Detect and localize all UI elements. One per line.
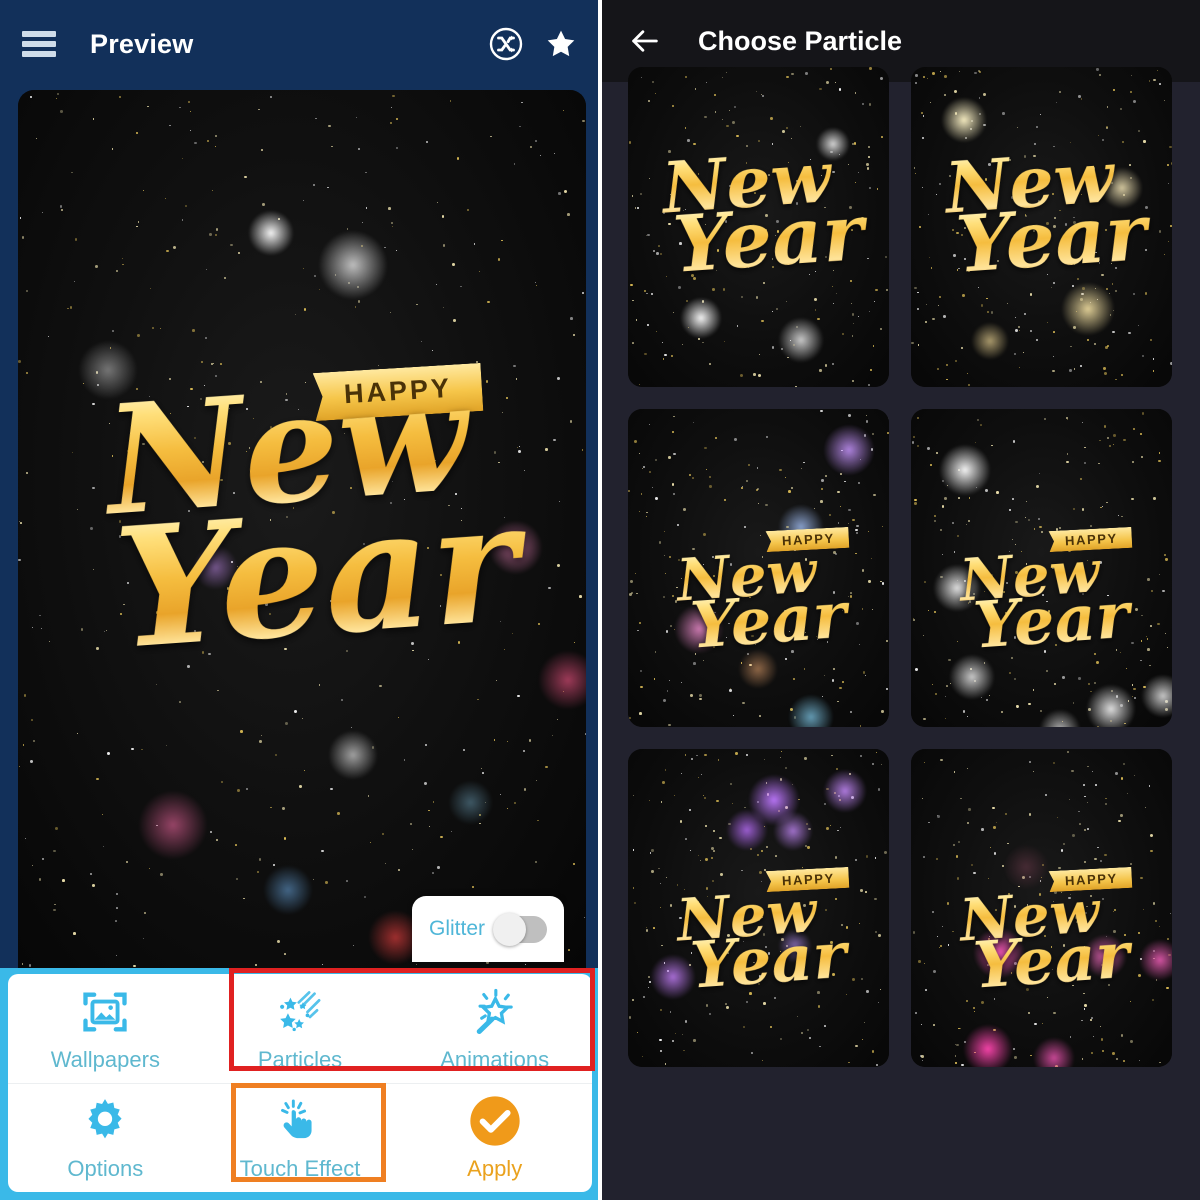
options-button[interactable]: Options [8,1084,203,1193]
back-arrow-icon[interactable] [628,24,662,58]
preview-panel: Preview HAPPY Glitter Wallpapers Particl… [0,0,600,1200]
particle-tile[interactable]: HAPPY New Year [628,409,889,727]
preview-header: Preview [0,0,600,88]
particle-field [18,90,586,972]
check-circle-icon [466,1093,524,1149]
bottom-toolbar: Wallpapers Particles Animations Options … [8,974,592,1192]
tile-lettering: HAPPY New Year [628,549,889,664]
page-title: Preview [90,28,194,59]
magic-wand-icon [468,984,522,1040]
toolbar-row-2: Options Touch Effect Apply [8,1084,592,1193]
glitter-toggle-chip[interactable]: Glitter [412,896,564,962]
wallpapers-button[interactable]: Wallpapers [8,974,203,1083]
header-actions [488,26,578,62]
toolbar-row-1: Wallpapers Particles Animations [8,974,592,1084]
tile-line-2: Year [636,187,889,291]
particle-tile[interactable]: HAPPY New Year [911,749,1172,1067]
app-screenshot: Preview HAPPY Glitter Wallpapers Particl… [0,0,1200,1200]
apply-button[interactable]: Apply [397,1084,592,1193]
animations-button[interactable]: Animations [397,974,592,1083]
tile-lettering: New Year [911,135,1172,291]
choose-particle-panel: Choose Particle New Year New Year HAPPY New Ye… [600,0,1200,1200]
wallpaper-preview[interactable]: HAPPY New Year Glitter [18,90,586,972]
image-frame-icon [79,984,131,1040]
sparkle-stars-icon [273,984,327,1040]
particles-button[interactable]: Particles [203,974,398,1083]
shuffle-icon[interactable] [488,26,524,62]
particle-tile[interactable]: HAPPY New Year [911,409,1172,727]
animations-label: Animations [440,1046,550,1072]
particles-label: Particles [257,1046,343,1072]
tap-hand-icon [275,1093,325,1149]
panel-divider [598,0,602,1200]
particle-tile[interactable]: HAPPY New Year [628,749,889,1067]
glitter-switch[interactable] [493,912,547,946]
particle-tile[interactable]: New Year [628,67,889,387]
tile-lettering: New Year [628,135,889,291]
gear-icon [79,1093,131,1149]
hamburger-menu-icon[interactable] [22,31,56,57]
tile-line-2: Year [919,187,1172,291]
particle-tile[interactable]: New Year [911,67,1172,387]
glitter-label: Glitter [428,917,485,940]
tile-lettering: HAPPY New Year [628,889,889,1004]
star-icon[interactable] [544,27,578,61]
wallpapers-label: Wallpapers [50,1046,160,1072]
choose-particle-title: Choose Particle [698,25,903,56]
bottom-toolbar-frame: Wallpapers Particles Animations Options … [0,968,600,1200]
tile-lettering: HAPPY New Year [911,889,1172,1004]
touch-effect-label: Touch Effect [239,1156,361,1182]
touch-effect-button[interactable]: Touch Effect [203,1084,398,1193]
glitter-switch-knob [493,912,526,946]
apply-label: Apply [467,1156,523,1182]
options-label: Options [67,1156,144,1182]
particle-grid: New Year New Year HAPPY New Year HAPPY New Year HA… [600,67,1200,1200]
tile-lettering: HAPPY New Year [911,549,1172,664]
